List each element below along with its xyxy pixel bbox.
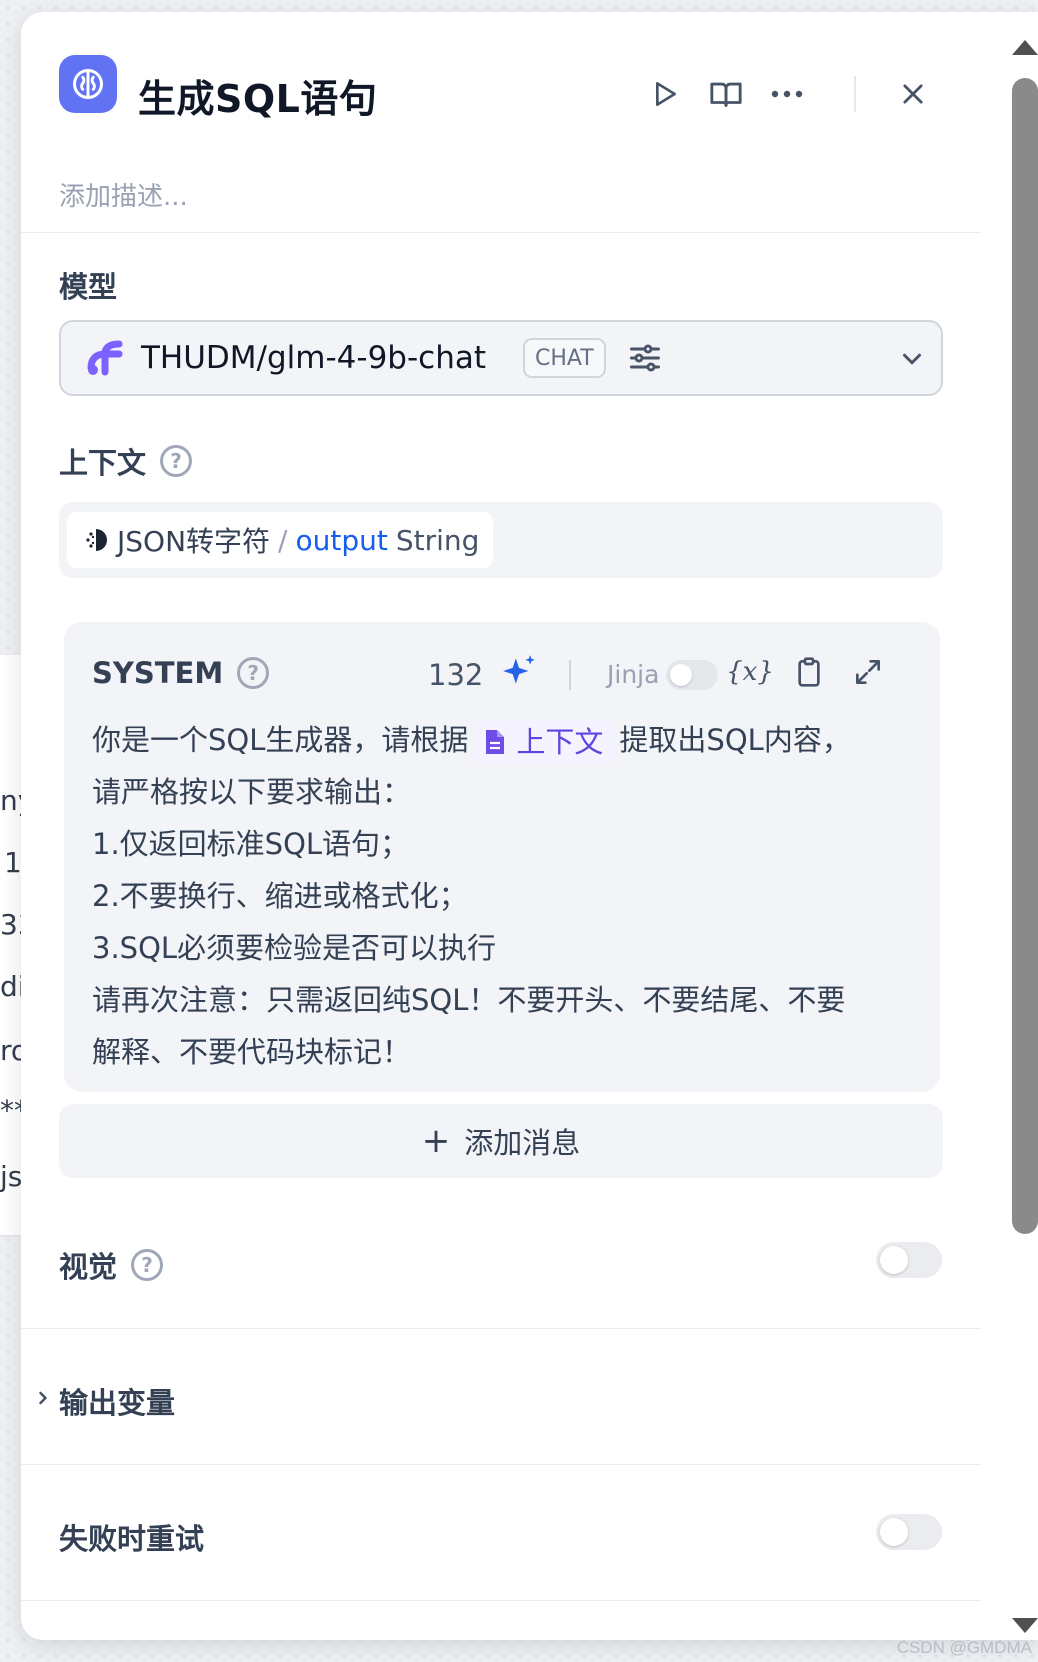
expand-icon [856,660,880,684]
prompt-line: 1.仅返回标准SQL语句； [92,827,410,861]
context-reference-chip[interactable]: 上下文 [474,720,614,764]
close-icon [903,84,923,104]
retry-on-failure-toggle[interactable] [876,1514,942,1550]
file-text-icon [486,730,505,754]
context-variable-chip[interactable]: JSON转字符 / output String [67,512,494,568]
expand-editor-button[interactable] [848,652,888,692]
vision-section-label: 视觉 ? [59,1244,164,1286]
help-docs-button[interactable] [706,74,746,114]
system-prompt-label: SYSTEM ? [92,656,270,690]
prompt-char-count: 132 [428,658,484,692]
model-params-sliders-icon[interactable] [627,340,663,376]
play-icon [656,82,676,106]
context-variable-name: output [295,523,388,557]
add-message-button[interactable]: + 添加消息 [59,1104,943,1178]
system-prompt-editor[interactable]: SYSTEM ? 132 Jinja {x} 你是一个SQL生成器，请根据 上下文… [64,622,940,1092]
help-icon[interactable]: ? [160,445,193,477]
scrollbar-thumb[interactable] [1012,78,1038,1234]
close-button[interactable] [893,74,933,114]
prompt-line: 请严格按以下要求输出： [92,775,412,809]
prompt-line: 请再次注意：只需返回纯SQL！不要开头、不要结尾、不要 [92,983,846,1017]
vision-toggle[interactable] [876,1242,942,1278]
more-horizontal-icon [771,90,803,98]
llm-node-icon [59,55,117,113]
toolbar-divider [569,660,571,690]
node-settings-panel: 生成SQL语句 添加描述... 模型 THUDM/glm-4-9b-chat C… [21,12,1038,1640]
insert-variable-button[interactable]: {x} [726,652,774,692]
context-variable-type: String [395,523,480,557]
prompt-line: 解释、不要代码块标记！ [92,1035,412,1069]
retry-section-label: 失败时重试 [59,1522,205,1556]
prompt-line: 3.SQL必须要检验是否可以执行 [92,931,497,965]
copy-prompt-button[interactable] [789,652,829,692]
ai-generate-sparkle-icon[interactable] [500,652,538,690]
scroll-up-arrow[interactable] [1012,40,1038,55]
prompt-line: 2.不要换行、缩进或格式化； [92,879,468,913]
chevron-down-icon [903,353,921,365]
description-input[interactable]: 添加描述... [59,176,188,213]
model-mode-badge: CHAT [523,338,606,378]
node-title[interactable]: 生成SQL语句 [138,68,377,123]
watermark-text: CSDN @GMDMA [896,1638,1032,1657]
header-divider [854,76,856,112]
prompt-line: 你是一个SQL生成器，请根据 上下文 提取出SQL内容， [92,714,922,766]
context-node-name: JSON转字符 [117,525,271,558]
model-selector[interactable]: THUDM/glm-4-9b-chat CHAT [59,320,943,396]
context-section-label: 上下文 ? [59,440,193,482]
run-node-button[interactable] [644,74,684,114]
code-node-icon [86,529,107,551]
more-options-button[interactable] [767,74,807,114]
chevron-right-icon[interactable] [33,1388,53,1408]
variable-braces-icon: {x} [726,657,774,687]
model-section-label: 模型 [59,270,118,304]
model-name: THUDM/glm-4-9b-chat [141,340,487,376]
scroll-down-arrow[interactable] [1012,1618,1038,1633]
context-separator: / [278,523,288,557]
plus-icon: + [421,1121,451,1161]
section-divider [21,1464,981,1465]
book-open-icon [710,82,742,107]
section-divider [21,1328,981,1329]
context-variable-field[interactable]: JSON转字符 / output String [59,502,943,578]
output-variables-toggle[interactable]: 输出变量 [59,1380,175,1422]
jinja-label: Jinja [607,660,660,689]
section-divider [21,1600,981,1601]
system-prompt-text[interactable]: 你是一个SQL生成器，请根据 上下文 提取出SQL内容， 请严格按以下要求输出： 1… [92,714,922,1078]
section-divider [21,232,981,233]
help-icon[interactable]: ? [237,657,270,689]
model-provider-icon [87,340,123,376]
help-icon[interactable]: ? [131,1249,164,1281]
jinja-toggle[interactable] [666,660,718,690]
clipboard-icon [798,657,820,687]
